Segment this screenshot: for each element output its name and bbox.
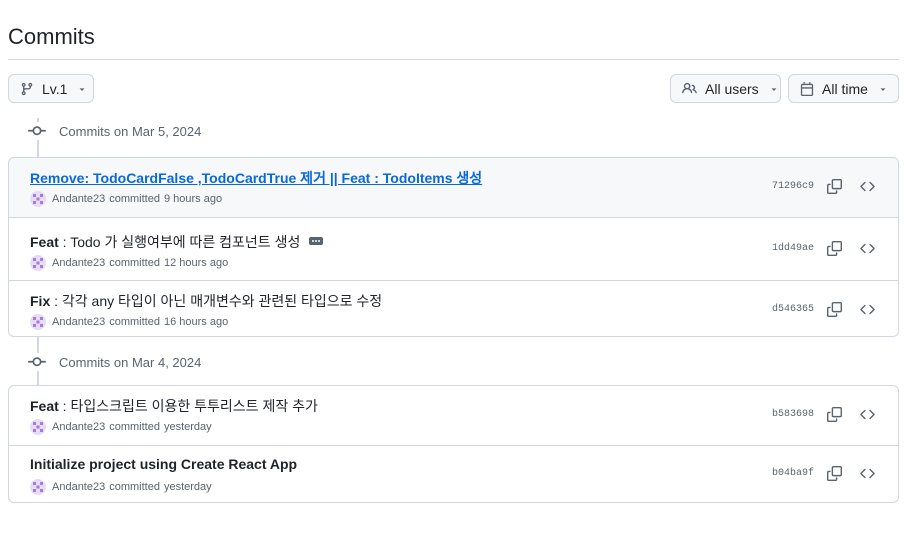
users-filter-button[interactable]: All users: [670, 74, 781, 103]
commit-type: Feat: [30, 234, 59, 250]
commit-sha[interactable]: 71296c9: [772, 181, 814, 192]
commit-author[interactable]: Andante23: [52, 421, 105, 433]
commit-group: Feat : 타입스크립트 이용한 투투리스트 제작 추가 Andante23 …: [8, 385, 899, 503]
people-icon: [682, 81, 697, 96]
commit-message-text: : 타입스크립트 이용한 투투리스트 제작 추가: [58, 398, 318, 414]
commit-type: Fix: [30, 293, 51, 309]
copy-icon[interactable]: [824, 299, 844, 319]
commit-message-link[interactable]: Remove: TodoCardFalse ,TodoCardTrue 제거 |…: [30, 168, 482, 188]
git-commit-icon: [28, 122, 46, 140]
commit-time: yesterday: [163, 481, 212, 493]
triangle-down-icon: [77, 84, 87, 94]
avatar[interactable]: [30, 479, 46, 495]
commit-time: yesterday: [163, 421, 212, 433]
commit-sha[interactable]: b04ba9f: [772, 468, 814, 479]
commit-author[interactable]: Andante23: [52, 193, 105, 205]
commit-author[interactable]: Andante23: [52, 257, 105, 269]
git-commit-icon: [28, 353, 46, 371]
triangle-down-icon: [769, 84, 779, 94]
code-icon[interactable]: [857, 299, 877, 319]
commit-group-date: Commits on Mar 4, 2024: [59, 354, 202, 370]
commit-row: Initialize project using Create React Ap…: [9, 445, 898, 502]
triangle-down-icon: [878, 84, 888, 94]
header-divider: [8, 59, 899, 60]
commit-type: Feat: [30, 398, 59, 414]
time-filter-label: All time: [822, 80, 868, 97]
commit-action: committed: [109, 193, 160, 205]
commit-group-date: Commits on Mar 5, 2024: [59, 123, 202, 139]
commit-author[interactable]: Andante23: [52, 316, 105, 328]
commit-message[interactable]: Feat : Todo 가 실행여부에 따른 컴포넌트 생성: [30, 232, 324, 252]
commit-time: 12 hours ago: [163, 257, 229, 269]
code-icon[interactable]: [857, 404, 877, 424]
commit-meta: Andante23 committed yesterday: [30, 479, 212, 495]
commit-action: committed: [109, 257, 160, 269]
copy-icon[interactable]: [824, 176, 844, 196]
commit-row: Remove: TodoCardFalse ,TodoCardTrue 제거 |…: [9, 158, 898, 217]
commit-meta: Andante23 committed yesterday: [30, 419, 212, 435]
commit-message-text: : Todo 가 실행여부에 따른 컴포넌트 생성: [58, 234, 301, 250]
time-filter-button[interactable]: All time: [788, 74, 899, 103]
commit-message[interactable]: Fix : 각각 any 타입이 아닌 매개변수와 관련된 타입으로 수정: [30, 291, 382, 311]
avatar[interactable]: [30, 419, 46, 435]
commit-author[interactable]: Andante23: [52, 481, 105, 493]
branch-selector-button[interactable]: Lv.1: [8, 74, 94, 103]
commit-sha[interactable]: 1dd49ae: [772, 243, 814, 254]
commit-group-header: Commits on Mar 5, 2024: [28, 121, 201, 141]
commit-message-text: Initialize project using Create React Ap…: [30, 456, 298, 472]
commit-group-header: Commits on Mar 4, 2024: [28, 352, 201, 372]
copy-icon[interactable]: [824, 463, 844, 483]
branch-label: Lv.1: [42, 80, 68, 97]
commit-meta: Andante23 committed 12 hours ago: [30, 255, 228, 271]
code-icon[interactable]: [857, 238, 877, 258]
commit-group: Remove: TodoCardFalse ,TodoCardTrue 제거 |…: [8, 157, 899, 337]
avatar[interactable]: [30, 255, 46, 271]
page-title: Commits: [8, 24, 95, 49]
commit-sha[interactable]: d546365: [772, 304, 814, 315]
code-icon[interactable]: [857, 463, 877, 483]
avatar[interactable]: [30, 191, 46, 207]
copy-icon[interactable]: [824, 238, 844, 258]
commit-message[interactable]: Initialize project using Create React Ap…: [30, 456, 297, 472]
commit-message-text: : 각각 any 타입이 아닌 매개변수와 관련된 타입으로 수정: [50, 293, 383, 309]
commit-action: committed: [109, 481, 160, 493]
commit-time: 9 hours ago: [163, 193, 223, 205]
code-icon[interactable]: [857, 176, 877, 196]
commit-row: Feat : Todo 가 실행여부에 따른 컴포넌트 생성 Andante23…: [9, 217, 898, 280]
commit-action: committed: [109, 316, 160, 328]
commit-meta: Andante23 committed 16 hours ago: [30, 314, 228, 330]
commit-row: Feat : 타입스크립트 이용한 투투리스트 제작 추가 Andante23 …: [9, 386, 898, 445]
commit-message[interactable]: Feat : 타입스크립트 이용한 투투리스트 제작 추가: [30, 396, 318, 416]
avatar[interactable]: [30, 314, 46, 330]
commit-meta: Andante23 committed 9 hours ago: [30, 191, 222, 207]
ellipsis-icon[interactable]: [309, 237, 324, 246]
commit-sha[interactable]: b583698: [772, 409, 814, 420]
git-branch-icon: [20, 82, 34, 96]
calendar-icon: [800, 81, 814, 96]
commit-time: 16 hours ago: [163, 316, 229, 328]
commit-row: Fix : 각각 any 타입이 아닌 매개변수와 관련된 타입으로 수정 An…: [9, 280, 898, 336]
commit-action: committed: [109, 421, 160, 433]
users-filter-label: All users: [705, 80, 759, 97]
copy-icon[interactable]: [824, 404, 844, 424]
